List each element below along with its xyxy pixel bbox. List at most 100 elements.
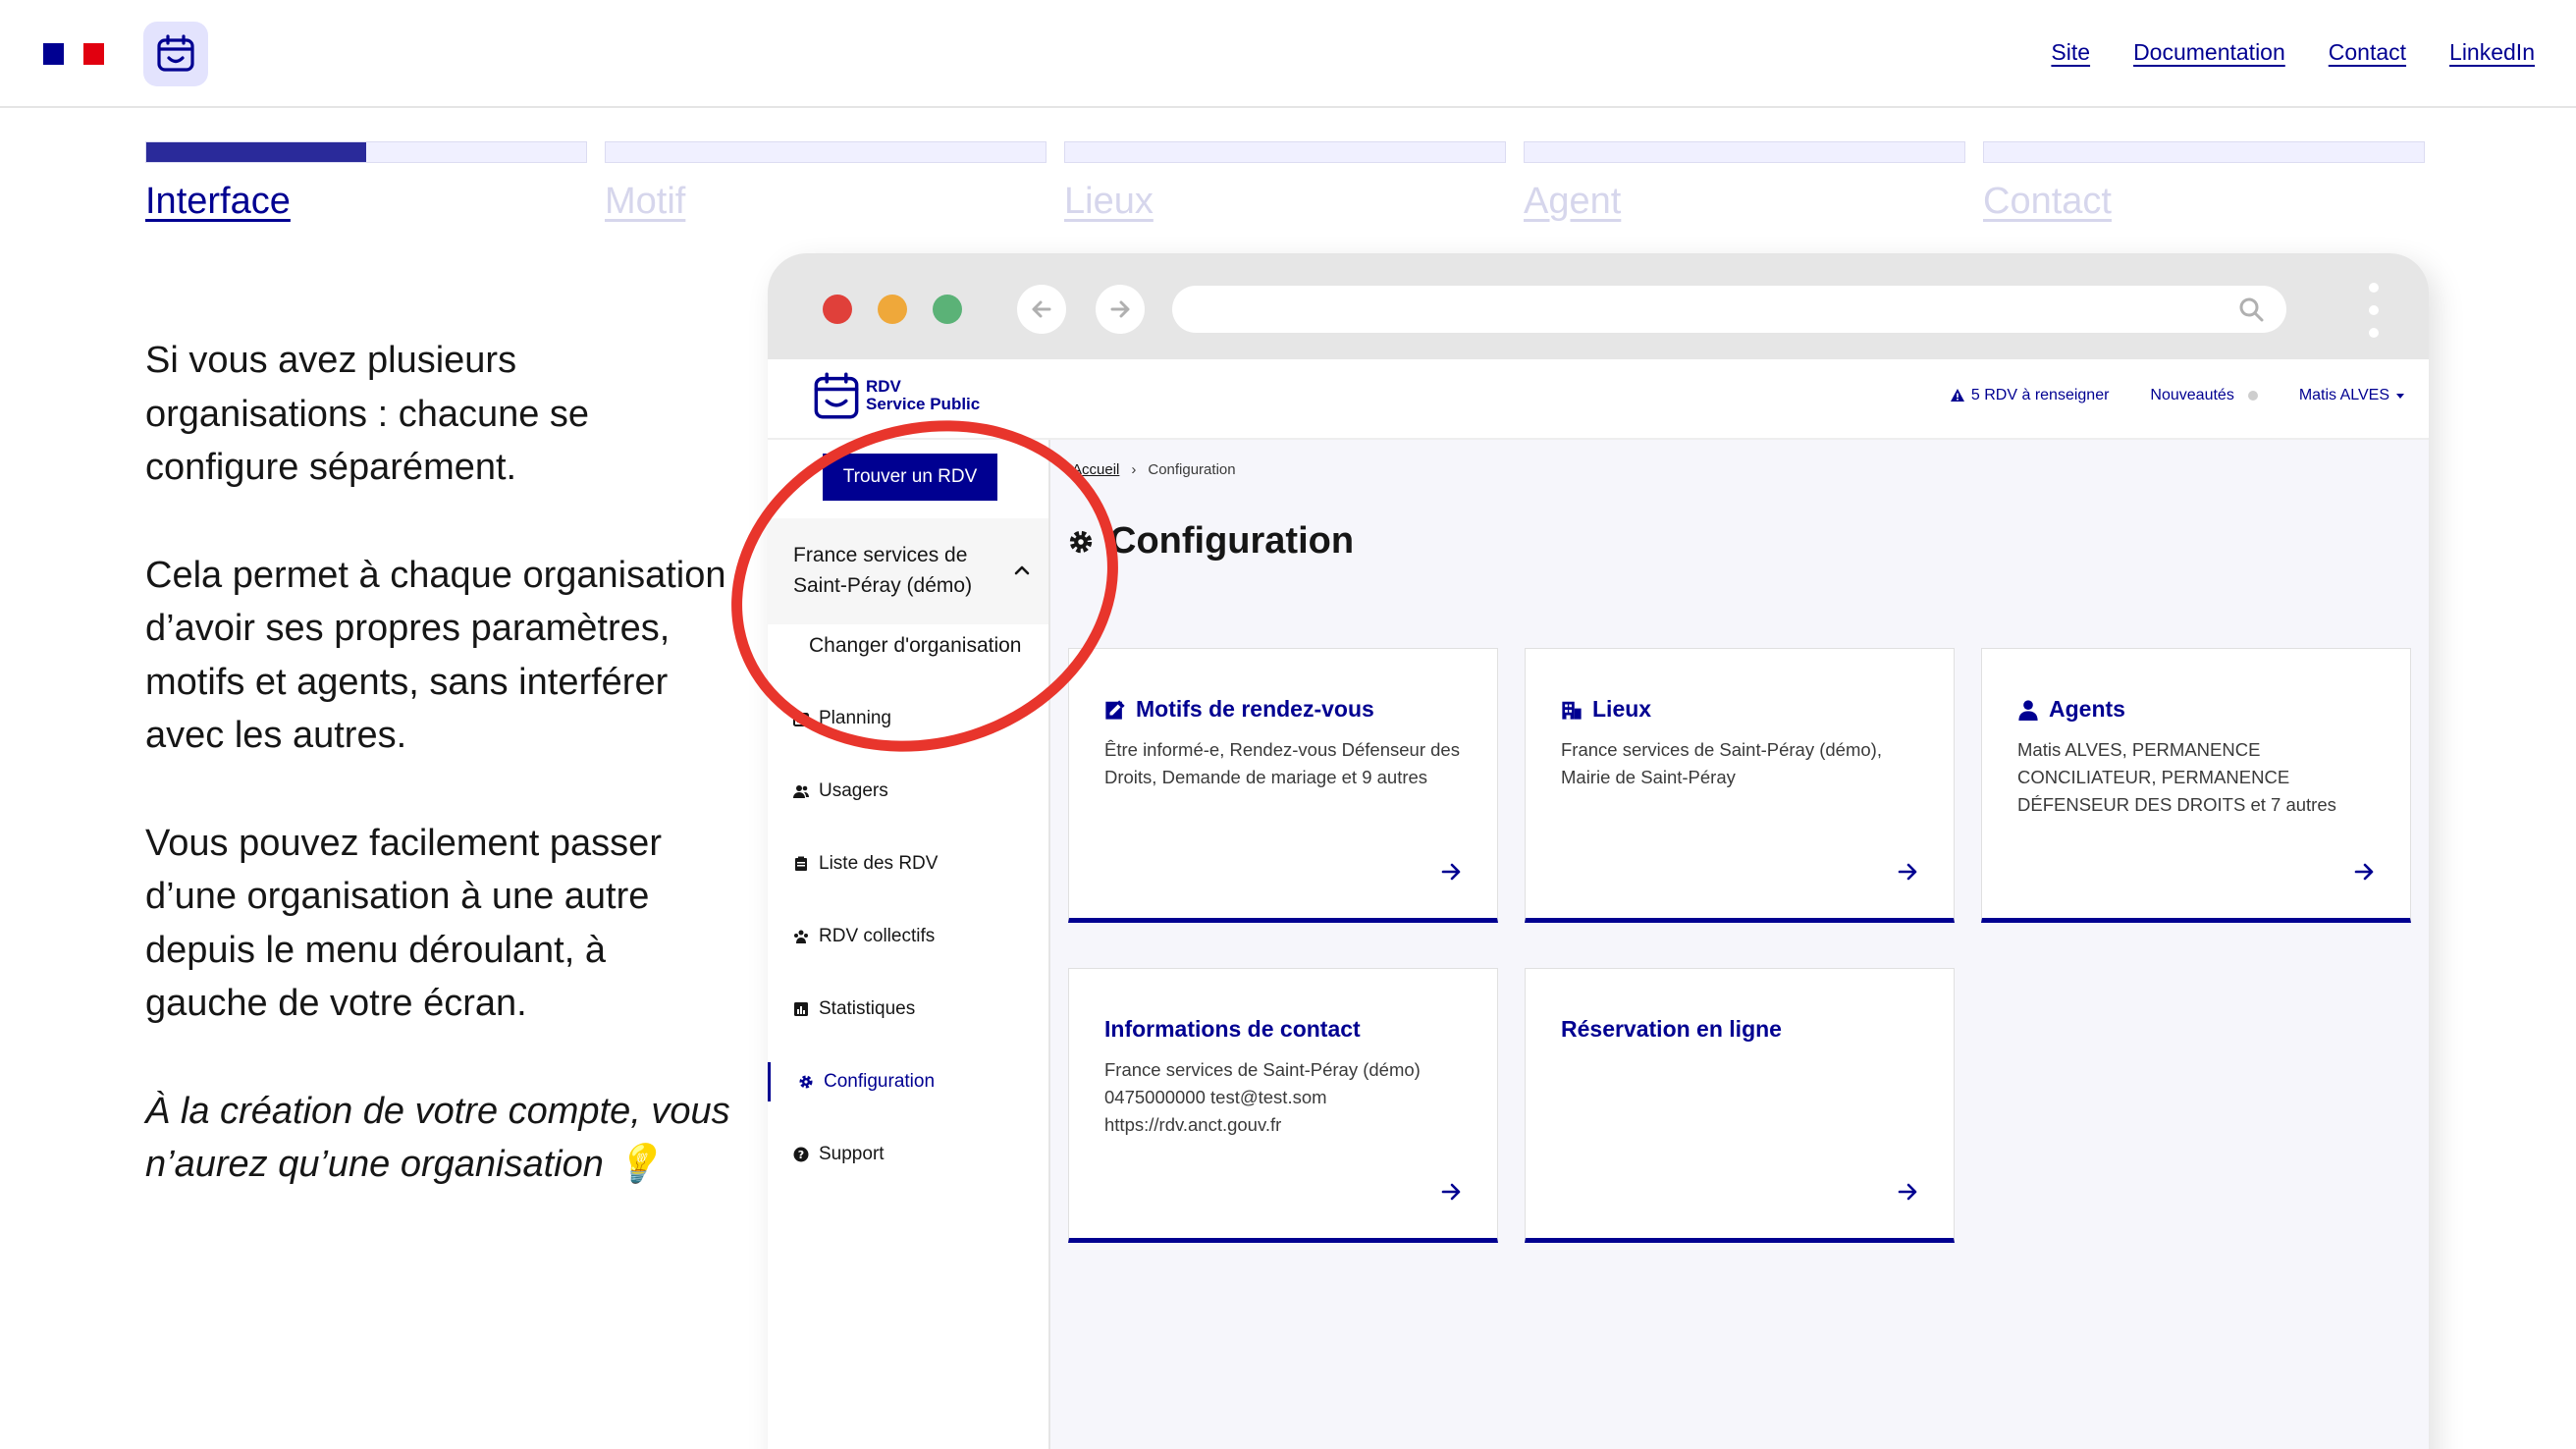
breadcrumb-current: Configuration	[1148, 461, 1236, 478]
calendar-icon	[793, 711, 809, 726]
step-contact[interactable]: Contact	[1983, 141, 2425, 223]
sidebar-item-label: Configuration	[824, 1071, 936, 1092]
change-organisation-link[interactable]: Changer d'organisation	[809, 634, 1022, 658]
find-rdv-button[interactable]: Trouver un RDV	[823, 454, 997, 501]
step-motif[interactable]: Motif	[605, 141, 1046, 223]
card-lieux[interactable]: Lieux France services de Saint-Péray (dé…	[1525, 648, 1955, 923]
breadcrumb: Accueil › Configuration	[1072, 461, 1236, 478]
card-motifs[interactable]: Motifs de rendez-vous Être informé-e, Re…	[1068, 648, 1498, 923]
warning-icon	[1950, 389, 1964, 402]
card-title: Informations de contact	[1104, 1016, 1361, 1042]
gear-icon	[798, 1074, 814, 1090]
rdv-alert-label: 5 RDV à renseigner	[1970, 387, 2110, 403]
card-description: Être informé-e, Rendez-vous Défenseur de…	[1104, 739, 1460, 787]
step-label[interactable]: Agent	[1524, 181, 1965, 223]
app-page: RDV Service Public 5 RDV à renseigner No…	[768, 359, 2429, 1449]
sidebar-item-configuration[interactable]: Configuration	[768, 1062, 1048, 1101]
sidebar-item-label: Statistiques	[819, 998, 916, 1019]
card-contact-info[interactable]: Informations de contact France services …	[1068, 968, 1498, 1243]
step-interface[interactable]: Interface	[145, 141, 587, 223]
sidebar-item-label: Liste des RDV	[819, 853, 939, 874]
user-menu[interactable]: Matis ALVES	[2299, 387, 2405, 404]
explanation-paragraph: Si vous avez plusieurs organisations : c…	[145, 340, 590, 488]
brand-line: Service Public	[866, 395, 981, 413]
arrow-right-icon	[1441, 863, 1461, 881]
step-progress-bar	[145, 141, 587, 163]
step-label[interactable]: Motif	[605, 181, 1046, 223]
window-maximize-dot	[933, 295, 962, 324]
step-label[interactable]: Contact	[1983, 181, 2425, 223]
brand-line: RDV	[866, 377, 901, 396]
rdv-alert-link[interactable]: 5 RDV à renseigner	[1950, 387, 2110, 404]
organisation-name-line: Saint-Péray (démo)	[793, 574, 973, 597]
breadcrumb-separator-icon: ›	[1131, 461, 1137, 478]
card-title: Motifs de rendez-vous	[1136, 696, 1374, 722]
breadcrumb-home-link[interactable]: Accueil	[1072, 461, 1119, 478]
nav-link-documentation[interactable]: Documentation	[2133, 39, 2285, 66]
step-progress-bar	[1983, 141, 2425, 163]
nav-link-linkedin[interactable]: LinkedIn	[2449, 39, 2535, 66]
sidebar-item-statistiques[interactable]: Statistiques	[768, 990, 1048, 1029]
user-name: Matis ALVES	[2298, 387, 2389, 403]
gear-icon	[1069, 530, 1093, 553]
card-online-booking[interactable]: Réservation en ligne	[1525, 968, 1955, 1243]
calendar-smile-icon	[814, 372, 859, 419]
back-arrow-icon[interactable]	[1017, 285, 1066, 334]
french-republic-logo	[43, 43, 105, 65]
organisation-name-line: France services de	[793, 544, 968, 566]
step-progress-bar	[605, 141, 1046, 163]
nav-link-site[interactable]: Site	[2051, 39, 2090, 66]
card-agents[interactable]: Agents Matis ALVES, PERMANENCE CONCILIAT…	[1981, 648, 2411, 923]
browser-mockup: RDV Service Public 5 RDV à renseigner No…	[768, 253, 2429, 1449]
sidebar-item-support[interactable]: ? Support	[768, 1135, 1048, 1174]
sidebar-item-usagers[interactable]: Usagers	[768, 772, 1048, 811]
card-description: Matis ALVES, PERMANENCE CONCILIATEUR, PE…	[2017, 739, 2336, 815]
browser-chrome	[768, 253, 2429, 359]
svg-text:?: ?	[798, 1149, 804, 1161]
step-agent[interactable]: Agent	[1524, 141, 1965, 223]
step-label[interactable]: Interface	[145, 181, 587, 223]
site-header: Site Documentation Contact LinkedIn	[0, 0, 2576, 108]
group-icon	[793, 929, 809, 944]
organisation-dropdown[interactable]: France services de Saint-Péray (démo)	[768, 518, 1048, 624]
card-title: Lieux	[1592, 696, 1652, 722]
step-lieux[interactable]: Lieux	[1064, 141, 1506, 223]
nav-link-contact[interactable]: Contact	[2329, 39, 2406, 66]
card-title: Réservation en ligne	[1561, 1016, 1782, 1042]
app-brand[interactable]: RDV Service Public	[813, 371, 980, 420]
sidebar-item-liste-rdv[interactable]: Liste des RDV	[768, 844, 1048, 884]
chart-icon	[793, 1001, 809, 1017]
card-description: France services de Saint-Péray (démo) 04…	[1104, 1059, 1421, 1135]
list-icon	[793, 856, 809, 872]
step-progress-bar	[1064, 141, 1506, 163]
news-indicator-dot	[2247, 391, 2258, 401]
search-icon	[2239, 297, 2264, 322]
forward-arrow-icon[interactable]	[1096, 285, 1145, 334]
explanation-paragraph: Cela permet à chaque organisation d’avoi…	[145, 554, 726, 757]
arrow-right-icon	[1898, 1183, 1917, 1201]
sidebar-item-rdv-collectifs[interactable]: RDV collectifs	[768, 917, 1048, 956]
window-minimize-dot	[878, 295, 907, 324]
window-close-dot	[823, 295, 852, 324]
caret-down-icon	[2396, 394, 2404, 399]
page-title-text: Configuration	[1109, 520, 1355, 562]
arrow-right-icon	[1441, 1183, 1461, 1201]
browser-menu-icon[interactable]	[2368, 283, 2380, 338]
explanation-text: Si vous avez plusieurs organisations : c…	[145, 334, 734, 1246]
step-label[interactable]: Lieux	[1064, 181, 1506, 223]
arrow-right-icon	[2354, 863, 2374, 881]
card-title: Agents	[2049, 696, 2125, 722]
news-label: Nouveautés	[2150, 387, 2234, 403]
sidebar: Trouver un RDV France services de Saint-…	[768, 440, 1050, 1449]
calendar-smile-logo-icon[interactable]	[143, 22, 208, 86]
sidebar-item-planning[interactable]: Planning	[768, 699, 1048, 738]
card-description: France services de Saint-Péray (démo), M…	[1561, 739, 1882, 787]
sidebar-item-label: Planning	[819, 708, 891, 728]
edit-icon	[1105, 699, 1125, 720]
step-progress-bar	[1524, 141, 1965, 163]
address-bar[interactable]	[1172, 286, 2286, 333]
news-link[interactable]: Nouveautés	[2150, 387, 2258, 404]
building-icon	[1562, 701, 1582, 720]
sidebar-item-label: RDV collectifs	[819, 926, 936, 946]
main-content: Accueil › Configuration Configuration Mo…	[1050, 440, 2429, 1449]
